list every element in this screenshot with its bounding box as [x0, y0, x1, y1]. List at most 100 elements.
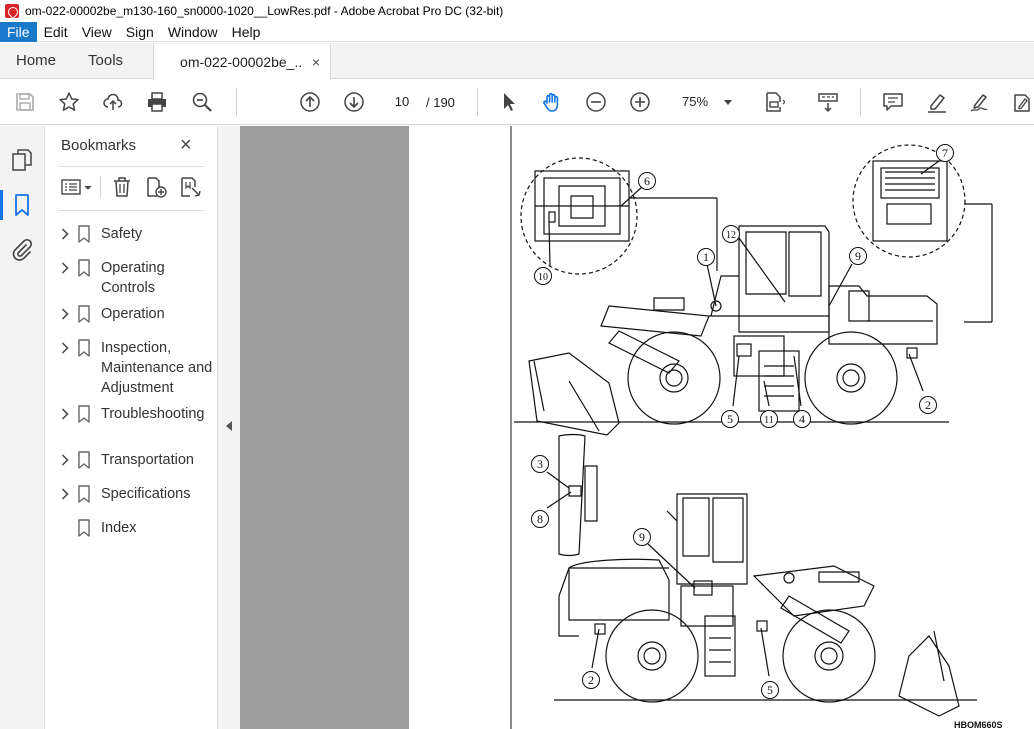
title-bar: om-022-00002be_m130-160_sn0000-1020__Low… — [0, 0, 1034, 22]
bookmarks-panel: Bookmarks × Safety Operating Controls Op… — [46, 126, 217, 729]
pdf-page[interactable]: 1 2 3 4 5 6 7 8 9 10 11 12 9 2 5 HBOM660… — [409, 126, 1034, 729]
tab-bar: Home Tools om-022-00002be_... × — [0, 43, 1034, 80]
page-number-input[interactable]: 10 — [386, 89, 418, 115]
toolbar: 10 / 190 75% — [0, 80, 1034, 125]
bookmark-item-index[interactable]: Index — [58, 518, 213, 538]
menu-bar: File Edit View Sign Window Help — [0, 21, 1034, 42]
tab-document[interactable]: om-022-00002be_... × — [153, 44, 332, 80]
bookmark-item-safety[interactable]: Safety — [58, 224, 213, 244]
bookmark-item-troubleshooting[interactable]: Troubleshooting — [58, 404, 213, 424]
chevron-right-icon[interactable] — [58, 258, 72, 278]
new-bookmark-icon[interactable] — [145, 176, 167, 198]
chevron-right-icon[interactable] — [58, 304, 72, 324]
toolbar-separator — [860, 88, 861, 116]
star-icon[interactable] — [57, 90, 81, 114]
rail-active-indicator — [0, 190, 3, 220]
chevron-right-icon[interactable] — [58, 338, 72, 358]
callout-1: 1 — [703, 250, 709, 264]
comment-icon[interactable] — [881, 90, 905, 114]
menu-sign[interactable]: Sign — [119, 22, 161, 42]
bookmark-icon — [77, 485, 91, 503]
bookmark-item-inspection-maintenance[interactable]: Inspection, Maintenance and Adjustment — [58, 338, 213, 398]
bookmark-icon — [77, 259, 91, 277]
chevron-right-icon[interactable] — [58, 404, 72, 424]
bookmark-label: Specifications — [101, 486, 191, 502]
toolbar-separator — [477, 88, 478, 116]
page-thumbnails-icon[interactable] — [10, 148, 34, 172]
page-total-label: / 190 — [426, 95, 455, 110]
callout-11: 11 — [764, 415, 774, 426]
bookmark-item-operation[interactable]: Operation — [58, 304, 213, 324]
zoom-level-value: 75% — [682, 94, 709, 109]
panel-tools-separator — [100, 176, 101, 198]
menu-help[interactable]: Help — [225, 22, 268, 42]
zoom-search-icon[interactable] — [190, 90, 214, 114]
bookmark-icon — [77, 519, 91, 537]
scroll-mode-icon[interactable] — [816, 90, 840, 114]
panel-divider — [58, 166, 204, 167]
previous-page-icon[interactable] — [298, 90, 322, 114]
callout-2: 2 — [925, 398, 931, 412]
zoom-in-icon[interactable] — [628, 90, 652, 114]
upload-icon[interactable] — [101, 90, 125, 114]
bookmark-item-operating-controls[interactable]: Operating Controls — [58, 258, 213, 298]
collapse-arrow-icon[interactable] — [226, 421, 232, 431]
callout-8: 8 — [537, 512, 543, 526]
tab-home[interactable]: Home — [0, 43, 72, 78]
bookmark-item-specifications[interactable]: Specifications — [58, 484, 213, 504]
callout-5: 5 — [727, 412, 733, 426]
acrobat-logo-icon — [5, 4, 19, 18]
menu-edit[interactable]: Edit — [37, 22, 75, 42]
bookmark-label: Transportation — [101, 452, 194, 468]
bookmarks-panel-title: Bookmarks — [61, 137, 137, 154]
highlight-pen-icon[interactable] — [925, 90, 949, 114]
zoom-out-icon[interactable] — [584, 90, 608, 114]
bookmark-label: Inspection, Maintenance and Adjustment — [101, 340, 213, 396]
callout-7: 7 — [942, 146, 948, 160]
callout-9: 9 — [855, 249, 861, 263]
panel-collapse-strip[interactable] — [217, 126, 240, 729]
sign-pen-icon[interactable] — [968, 90, 992, 114]
attachment-paperclip-icon[interactable] — [10, 238, 34, 262]
delete-bookmark-icon[interactable] — [111, 176, 133, 198]
bookmark-item-transportation[interactable]: Transportation — [58, 450, 213, 470]
bookmark-icon — [77, 451, 91, 469]
menu-view[interactable]: View — [75, 22, 119, 42]
callout-10: 10 — [538, 272, 548, 283]
bookmark-panel-icon[interactable] — [10, 193, 34, 217]
left-rail — [0, 126, 45, 729]
bookmark-label: Index — [101, 520, 137, 536]
menu-file[interactable]: File — [0, 21, 37, 42]
bookmark-options-icon[interactable] — [60, 176, 94, 198]
bookmark-label: Troubleshooting — [101, 406, 205, 422]
callout-3: 3 — [537, 457, 543, 471]
next-page-icon[interactable] — [342, 90, 366, 114]
select-cursor-icon[interactable] — [497, 90, 521, 114]
chevron-down-icon — [724, 100, 732, 105]
tab-close-button[interactable]: × — [312, 54, 320, 70]
save-icon[interactable] — [13, 90, 37, 114]
fill-form-icon[interactable] — [1010, 90, 1034, 114]
figure-code: HBOM660S — [954, 720, 1003, 729]
print-icon[interactable] — [145, 90, 169, 114]
callout-12: 12 — [726, 230, 736, 241]
chevron-right-icon[interactable] — [58, 224, 72, 244]
panel-divider — [58, 210, 204, 211]
close-panel-button[interactable]: × — [180, 134, 192, 157]
wheel-loader-diagram: 1 2 3 4 5 6 7 8 9 10 11 12 9 2 5 — [510, 126, 993, 729]
bookmark-find-icon[interactable] — [179, 176, 201, 198]
page-layout-icon[interactable] — [762, 90, 786, 114]
callout-9-lower: 9 — [639, 530, 645, 544]
zoom-level-select[interactable]: 75% — [670, 89, 740, 115]
bookmark-icon — [77, 339, 91, 357]
tab-tools[interactable]: Tools — [72, 43, 139, 78]
bookmark-tools — [58, 174, 208, 204]
bookmark-icon — [77, 405, 91, 423]
bookmark-label: Safety — [101, 226, 143, 242]
chevron-right-icon[interactable] — [58, 450, 72, 470]
bookmark-icon — [77, 225, 91, 243]
menu-window[interactable]: Window — [161, 22, 225, 42]
chevron-right-icon[interactable] — [58, 484, 72, 504]
toolbar-separator — [236, 88, 237, 116]
hand-tool-icon[interactable] — [540, 90, 564, 114]
